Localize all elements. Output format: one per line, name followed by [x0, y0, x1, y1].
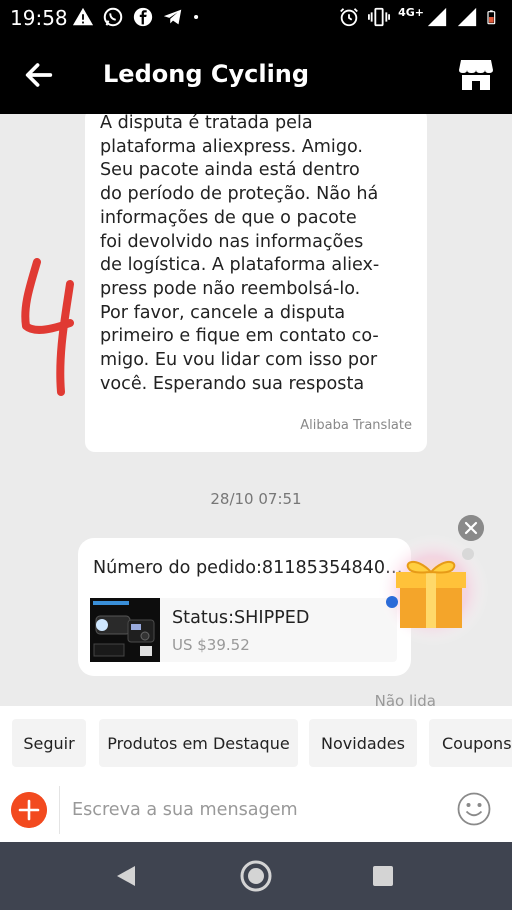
- message-line: do período de proteção. Não há: [100, 184, 379, 205]
- message-text: A disputa é tratada pela plataforma alie…: [100, 114, 420, 396]
- composer-divider: [59, 786, 60, 834]
- message-input[interactable]: [72, 794, 432, 826]
- message-line: primeiro e fique em contato co-: [100, 326, 379, 347]
- message-line: plataforma aliexpress. Amigo.: [100, 136, 364, 157]
- message-composer: [0, 774, 512, 842]
- message-line: A disputa é tratada pela: [100, 114, 313, 133]
- status-time: 19:58: [10, 6, 68, 30]
- message-bubble[interactable]: A disputa é tratada pela plataforma alie…: [85, 114, 427, 452]
- chat-area[interactable]: A disputa é tratada pela plataforma alie…: [0, 114, 512, 706]
- quick-reply-seguir[interactable]: Seguir: [12, 719, 86, 767]
- message-line: foi devolvido nas informações: [100, 231, 364, 252]
- chat-title: Ledong Cycling: [103, 60, 310, 88]
- battery-low-icon: [487, 10, 496, 25]
- close-icon[interactable]: [458, 515, 484, 541]
- arrow-left-icon[interactable]: [22, 58, 56, 92]
- bike-light-product-image: [90, 598, 160, 662]
- nav-recents-icon[interactable]: [372, 865, 394, 887]
- system-navigation-bar: [0, 842, 512, 910]
- system-icons: 4G+: [338, 6, 502, 28]
- plus-icon[interactable]: [11, 792, 47, 828]
- quick-reply-produtos-em-destaque[interactable]: Produtos em Destaque: [99, 719, 298, 767]
- order-status: Status:SHIPPED: [172, 608, 310, 628]
- emoji-icon[interactable]: [457, 792, 491, 826]
- quick-reply-novidades[interactable]: Novidades: [309, 719, 417, 767]
- vibrate-icon: [368, 7, 391, 27]
- signal-icon: [427, 7, 447, 27]
- quick-reply-coupons[interactable]: Coupons: [429, 719, 512, 767]
- facebook-icon: [133, 7, 153, 27]
- message-line: você. Esperando sua resposta: [100, 373, 365, 394]
- app-header: Ledong Cycling: [0, 36, 512, 114]
- read-status: Não lida: [374, 692, 436, 706]
- handwritten-four-annotation: [21, 258, 74, 396]
- notification-icons: [72, 6, 206, 28]
- whatsapp-icon: [103, 7, 123, 27]
- signal-icon: [457, 7, 477, 27]
- alarm-icon: [340, 8, 358, 27]
- gift-icon[interactable]: [376, 532, 490, 648]
- dot-icon: [194, 14, 199, 20]
- telegram-icon: [163, 9, 182, 25]
- order-price: US $39.52: [172, 636, 250, 654]
- nav-back-icon[interactable]: [114, 864, 138, 888]
- message-line: Por favor, cancele a disputa: [100, 302, 346, 323]
- alert-icon: [72, 7, 94, 26]
- message-line: Seu pacote ainda está dentro: [100, 160, 360, 181]
- quick-replies-bar: Seguir Produtos em Destaque Novidades Co…: [0, 706, 512, 774]
- message-line: de logística. A plataforma aliex-: [100, 255, 380, 276]
- network-type: 4G+: [398, 5, 424, 19]
- store-icon[interactable]: [458, 58, 494, 92]
- message-line: informações de que o pacote: [100, 207, 357, 228]
- message-timestamp: 28/10 07:51: [210, 490, 302, 508]
- order-number: Número do pedido:811853548402...: [93, 558, 403, 578]
- status-bar: 19:58 4G+: [0, 0, 512, 36]
- order-item[interactable]: Status:SHIPPED US $39.52: [90, 598, 397, 662]
- order-card[interactable]: Número do pedido:811853548402... Status:…: [78, 538, 411, 676]
- nav-home-icon[interactable]: [240, 860, 272, 892]
- message-line: press pode não reembolsá-lo.: [100, 278, 361, 299]
- message-line: migo. Eu vou lidar com isso por: [100, 350, 378, 371]
- translation-credit: Alibaba Translate: [300, 418, 412, 433]
- product-thumbnail: [90, 598, 160, 662]
